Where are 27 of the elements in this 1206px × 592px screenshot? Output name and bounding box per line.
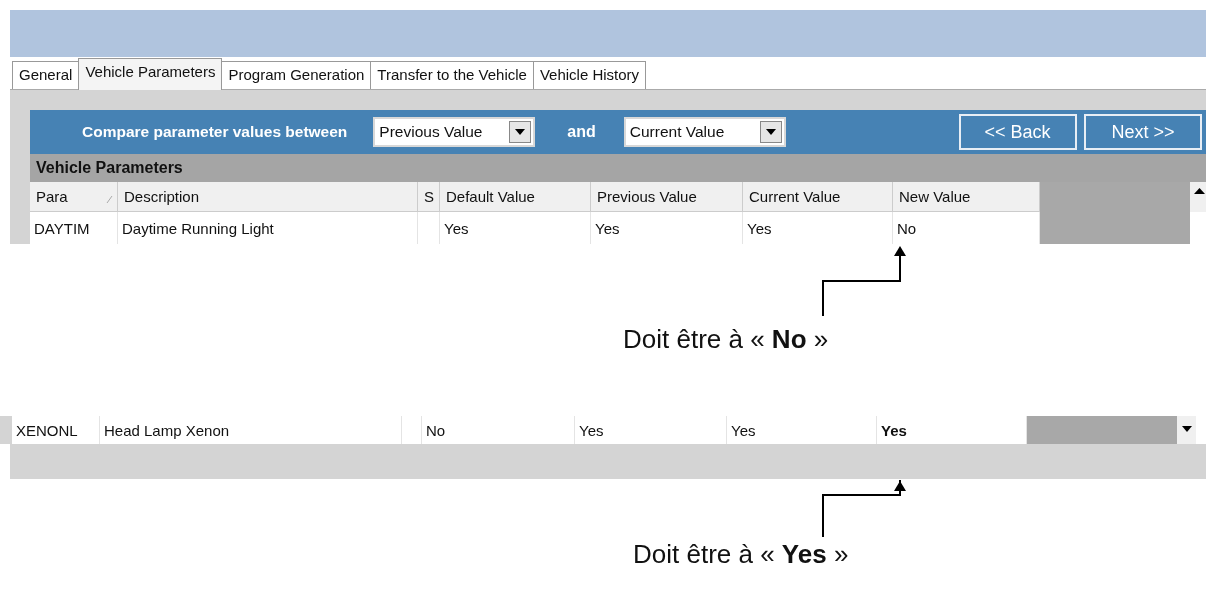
tab[interactable]: General <box>12 61 80 89</box>
table-cell: Daytime Running Light <box>118 212 418 244</box>
back-button[interactable]: << Back <box>958 114 1077 150</box>
column-header[interactable]: S <box>418 182 440 212</box>
column-header[interactable]: Default Value <box>440 182 591 212</box>
table-cell: No <box>893 212 1040 244</box>
tab[interactable]: Vehicle Parameters <box>78 58 223 90</box>
scroll-up-icon[interactable] <box>1190 182 1206 212</box>
column-header[interactable]: Para <box>30 182 118 212</box>
table-cell: DAYTIM <box>30 212 118 244</box>
annotation-text: Doit être à « Yes » <box>633 539 849 569</box>
column-header[interactable]: New Value <box>893 182 1040 212</box>
column-header[interactable]: Description <box>118 182 418 212</box>
and-label: and <box>567 122 596 142</box>
current-dropdown[interactable]: Current Value <box>623 117 786 147</box>
table-cell: Yes <box>591 212 743 244</box>
annotation-text: Doit être à « No » <box>623 324 829 356</box>
table-cell <box>418 212 440 244</box>
previous-dropdown[interactable]: Previous Value <box>373 117 536 147</box>
column-header[interactable]: Previous Value <box>591 182 743 212</box>
section-title: Vehicle Parameters <box>30 154 1206 182</box>
compare-label: Compare parameter values between <box>82 122 348 143</box>
tab[interactable]: Vehicle History <box>532 61 647 89</box>
table-cell: Yes <box>440 212 591 244</box>
table-cell: Yes <box>743 212 893 244</box>
column-header[interactable]: Current Value <box>743 182 893 212</box>
next-button[interactable]: Next >> <box>1084 114 1202 150</box>
